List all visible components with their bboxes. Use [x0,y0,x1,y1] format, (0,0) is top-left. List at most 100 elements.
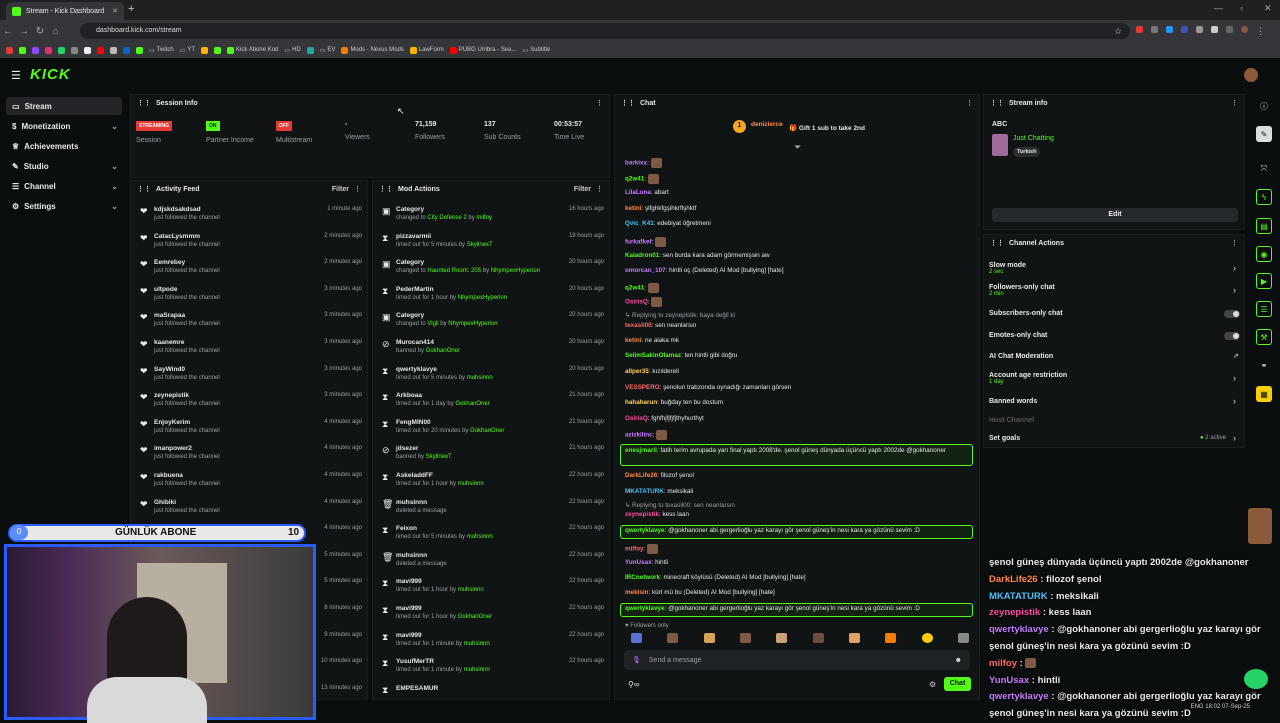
emoji-icon[interactable]: ☻ [955,657,962,664]
kick-logo[interactable]: KICK [30,66,71,83]
emote-icon[interactable] [667,633,679,643]
moderator-name[interactable]: GokhanOner [470,428,504,434]
chat-username[interactable]: hahaharun [625,399,657,406]
panel-menu-icon[interactable]: ⋮ [1231,99,1238,107]
chat-username[interactable]: azizkilinc [625,432,653,439]
bookmark-link[interactable]: LawForm [409,46,444,54]
moderator-name[interactable]: NhympexHyperion [448,321,497,327]
bookmark-link[interactable]: Kick Abone Kod [227,46,278,54]
moderator-name[interactable]: GokhanOner [458,614,492,620]
moderator-name[interactable]: muhsinnn [464,641,490,647]
ai-chat-moderation-action[interactable]: AI Chat Moderation [989,353,1053,360]
reload-icon[interactable]: ↻ [32,26,48,37]
new-tab-icon[interactable]: + [128,3,134,15]
action-object[interactable]: Vigil [427,321,438,327]
chat-username[interactable]: furkafkef [625,239,652,246]
chat-bubble-icon[interactable]: ◉ [1256,246,1272,262]
sidebar-item-achievements[interactable]: ♕ Achievements [6,137,122,155]
moderator-name[interactable]: NhympexHyperion [458,295,507,301]
bookmark-icon[interactable] [97,46,104,54]
chat-input[interactable]: 🎙 Send a message ☻ [624,650,970,670]
external-link-icon[interactable]: ⇗ [1233,352,1239,360]
filter-button[interactable]: Filter [574,186,591,193]
chat-username[interactable]: OsirisQ [625,415,648,422]
chat-username[interactable]: zeynepistik [625,511,659,518]
bookmark-folder[interactable]: ▭ Subtitle [523,47,551,54]
moderator-name[interactable]: SkylinexT [467,242,493,248]
chat-username[interactable]: MKATATURK [625,488,664,495]
extension-icon[interactable] [1136,26,1143,33]
browser-tab[interactable]: Stream - Kick Dashboard ✕ [6,2,124,20]
emote-icon[interactable] [921,633,933,643]
chat-username[interactable]: milfoy [625,546,644,553]
sidebar-item-channel[interactable]: ☰ Channel ⌄ [6,177,122,195]
hamburger-menu-icon[interactable]: ☰ [11,69,21,82]
panel-menu-icon[interactable]: ⋮ [1231,239,1238,247]
drag-handle-icon[interactable]: ⋮⋮ [621,99,635,107]
account-age-action[interactable]: Account age restriction 1 day [989,372,1067,385]
chat-username[interactable]: IRCnetwork [625,574,660,581]
chat-username[interactable]: LilaLuna [625,189,651,196]
emote-icon[interactable] [812,633,824,643]
chat-username[interactable]: qwertyklavye [625,605,665,612]
set-goals-action[interactable]: Set goals [989,435,1020,442]
chat-username[interactable]: texasli00 [625,322,652,329]
emote-icon[interactable] [848,633,860,643]
bookmark-star-icon[interactable]: ☆ [1114,26,1122,37]
chat-username[interactable]: OsirisQ [625,299,648,306]
forward-icon[interactable]: → [16,26,32,37]
chat-username[interactable]: enesjrnarli [625,447,657,454]
emote-icon[interactable] [631,633,642,643]
followers-only-action[interactable]: Followers-only chat 2 min [989,284,1055,297]
home-icon[interactable]: ⌂ [48,26,64,37]
chat-username[interactable]: mekisin [625,589,648,596]
bookmark-icon[interactable] [45,46,52,54]
chat-username[interactable]: DarkLife26 [625,472,657,479]
chevron-right-icon[interactable]: › [1233,396,1236,406]
document-icon[interactable]: ▤ [1256,218,1272,234]
drag-handle-icon[interactable]: ⋮⋮ [379,185,393,193]
bookmark-icon[interactable] [71,46,78,54]
panel-menu-icon[interactable]: ⋮ [596,99,603,107]
sidebar-item-monetization[interactable]: $ Monetization ⌄ [6,117,122,135]
expand-icon[interactable]: ⤧ [1256,161,1272,177]
subscribers-only-toggle[interactable] [1224,310,1240,318]
kebab-menu-icon[interactable]: ⋮ [1256,26,1265,37]
chat-settings-icon[interactable]: ⚙ [929,680,936,689]
moderator-name[interactable]: GokhanOner [426,348,460,354]
bookmark-icon[interactable] [6,46,13,54]
chat-username[interactable]: omorcan_107 [625,267,666,274]
sidebar-item-settings[interactable]: ⚙ Settings ⌄ [6,197,122,215]
panel-menu-icon[interactable]: ⋮ [596,185,603,193]
moderator-name[interactable]: milfoy [476,215,492,221]
edit-icon[interactable]: ✎ [1256,126,1272,142]
info-icon[interactable]: ⓘ [1256,98,1272,114]
panel-menu-icon[interactable]: ⋮ [966,99,973,107]
close-window-icon[interactable]: ✕ [1264,3,1272,14]
lightning-icon[interactable]: ϟ [1256,189,1272,205]
banned-words-action[interactable]: Banned words [989,398,1037,405]
moderator-name[interactable]: muhsinnn [464,667,490,673]
sidebar-item-stream[interactable]: ▭ Stream [6,97,122,115]
minimize-icon[interactable]: — [1214,3,1223,13]
bookmark-icon[interactable] [123,46,130,54]
emote-icon[interactable] [703,633,715,643]
bookmark-icon[interactable] [110,46,117,54]
moderator-name[interactable]: NhympexHyperion [491,268,540,274]
bookmark-icon[interactable] [58,46,65,54]
extension-icon[interactable] [1196,26,1203,33]
emote-icon[interactable] [957,633,969,643]
mic-icon[interactable]: 🎙 [632,656,641,664]
chat-username[interactable]: barkixx [625,160,647,167]
emotes-only-toggle[interactable] [1224,332,1240,340]
drag-handle-icon[interactable]: ⋮⋮ [990,239,1004,247]
gift-sub-button[interactable]: 🎁 Gift 1 sub to take 2nd [789,124,865,132]
extensions-icon[interactable] [1211,26,1218,33]
chevron-right-icon[interactable]: › [1233,285,1236,295]
user-avatar[interactable] [1244,68,1258,82]
games-icon[interactable]: ▦ [1256,386,1272,402]
moderator-name[interactable]: muhsinnn [467,534,493,540]
share-icon[interactable]: ⚭ [1256,357,1272,373]
drag-handle-icon[interactable]: ⋮⋮ [137,99,151,107]
list-icon[interactable]: ☰ [1256,301,1272,317]
